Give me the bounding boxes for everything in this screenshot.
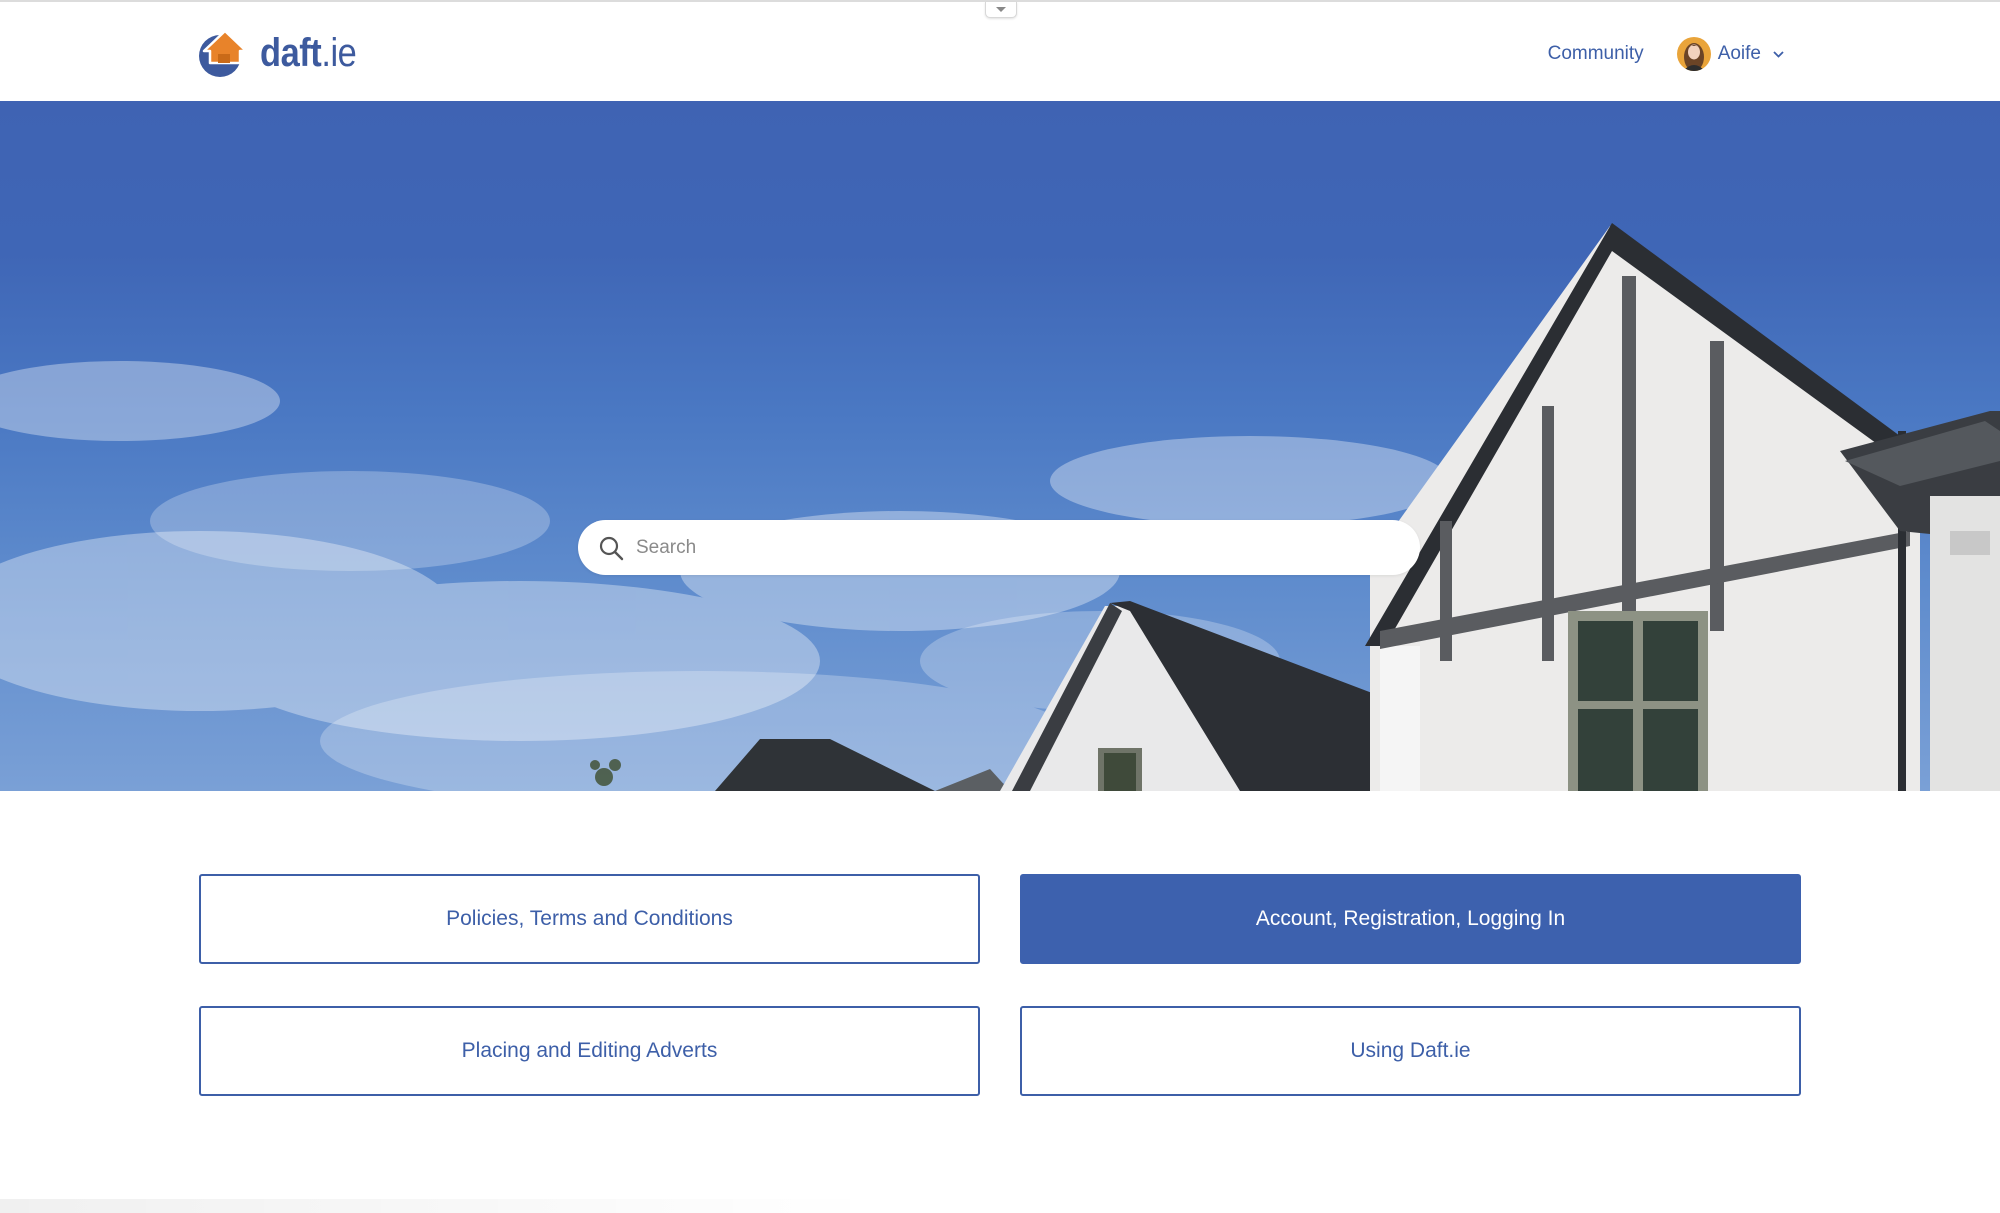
category-policies-terms-button[interactable]: Policies, Terms and Conditions [199,874,980,964]
daft-logo[interactable]: daft.ie [196,23,372,79]
user-avatar [1676,37,1711,71]
site-header: daft.ie Community Aoife [0,0,2000,101]
chevron-down-icon [996,6,1006,12]
search-bar [578,520,1420,575]
search-input[interactable] [636,520,1420,575]
category-using-daft-button[interactable]: Using Daft.ie [1020,1006,1801,1096]
hero-banner [0,101,2000,791]
collapse-toggle[interactable] [985,2,1017,18]
top-nav: Community Aoife [1548,32,1784,76]
hero-house-image [0,223,2000,791]
user-name: Aoife [1717,43,1761,64]
help-categories: Policies, Terms and Conditions Account, … [0,791,2000,1213]
search-icon [599,536,624,560]
user-menu[interactable]: Aoife [1676,37,1784,71]
category-placing-adverts-button[interactable]: Placing and Editing Adverts [199,1006,980,1096]
chevron-down-icon [1773,50,1784,58]
community-link[interactable]: Community [1548,43,1644,65]
logo-brand: daft [260,31,322,75]
house-logo-icon [199,29,248,77]
logo-tld: .ie [321,31,357,75]
category-account-registration-button[interactable]: Account, Registration, Logging In [1020,874,1801,964]
logo-wordmark: daft.ie [260,31,357,75]
bottom-shadow [0,1199,880,1213]
